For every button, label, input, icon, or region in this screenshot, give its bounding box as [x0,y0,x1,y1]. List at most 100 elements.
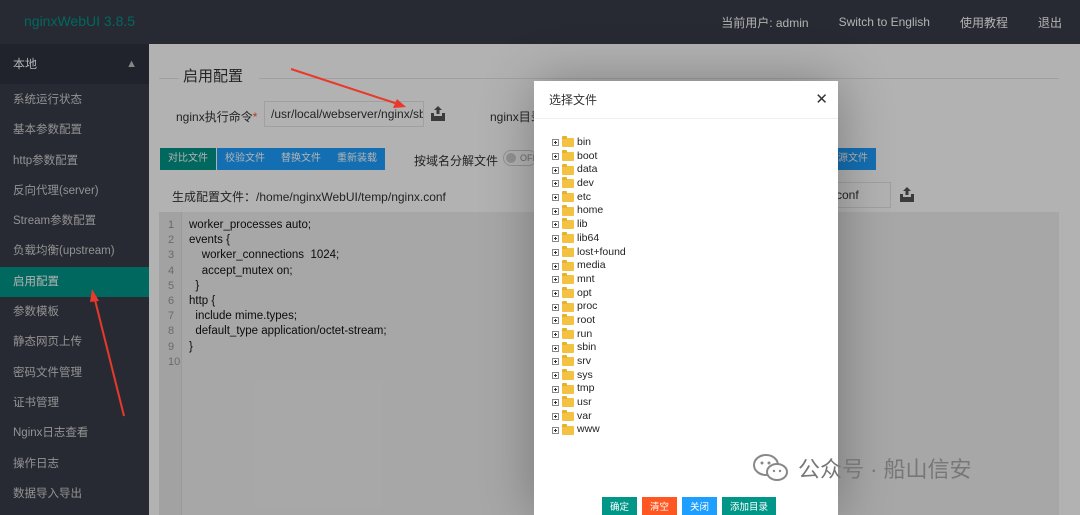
tree-node[interactable]: media [552,259,626,273]
folder-name[interactable]: www [577,423,600,437]
folder-icon [562,341,574,353]
expand-icon[interactable] [552,344,559,352]
expand-icon[interactable] [552,276,559,284]
folder-name[interactable]: root [577,314,595,328]
folder-name[interactable]: sbin [577,341,596,355]
folder-name[interactable]: run [577,328,592,342]
select-file-dialog: 选择文件 ✕ bin boot data dev etc home lib lib64 lost… [534,81,838,515]
expand-icon[interactable] [552,358,559,366]
expand-icon[interactable] [552,317,559,325]
close-button[interactable]: 关闭 [682,497,718,515]
expand-icon[interactable] [552,180,559,188]
expand-icon[interactable] [552,166,559,174]
close-icon[interactable]: ✕ [815,81,828,119]
tree-node[interactable]: lib64 [552,232,626,246]
dialog-title: 选择文件 [549,93,598,107]
expand-icon[interactable] [552,207,559,215]
folder-icon [562,245,574,257]
tree-node[interactable]: data [552,163,626,177]
folder-name[interactable]: etc [577,191,591,205]
folder-icon [562,314,574,326]
folder-icon [562,218,574,230]
folder-name[interactable]: srv [577,355,591,369]
tree-node[interactable]: var [552,410,626,424]
expand-icon[interactable] [552,385,559,393]
folder-icon [562,150,574,162]
folder-name[interactable]: lib [577,218,588,232]
tree-node[interactable]: tmp [552,382,626,396]
folder-icon [562,273,574,285]
folder-name[interactable]: boot [577,150,597,164]
folder-name[interactable]: media [577,259,606,273]
expand-icon[interactable] [552,235,559,243]
folder-icon [562,382,574,394]
folder-icon [562,163,574,175]
clear-button[interactable]: 清空 [642,497,678,515]
folder-icon [562,232,574,244]
tree-node[interactable]: mnt [552,273,626,287]
folder-name[interactable]: sys [577,369,593,383]
folder-icon [562,177,574,189]
expand-icon[interactable] [552,372,559,380]
folder-name[interactable]: tmp [577,382,595,396]
folder-icon [562,355,574,367]
expand-icon[interactable] [552,289,559,297]
folder-tree: bin boot data dev etc home lib lib64 lost+found m… [552,136,626,437]
wechat-icon [753,454,788,481]
folder-icon [562,259,574,271]
expand-icon[interactable] [552,426,559,434]
folder-name[interactable]: data [577,163,597,177]
folder-name[interactable]: lib64 [577,232,599,246]
watermark-text: 公众号 · 船山信安 [798,457,972,482]
folder-icon [562,423,574,435]
folder-name[interactable]: dev [577,177,594,191]
tree-node[interactable]: run [552,328,626,342]
dialog-buttons: 确定 清空 关闭 添加目录 [602,497,777,515]
tree-node[interactable]: home [552,204,626,218]
folder-icon [562,327,574,339]
folder-name[interactable]: var [577,410,592,424]
tree-node[interactable]: lib [552,218,626,232]
tree-node[interactable]: sys [552,369,626,383]
expand-icon[interactable] [552,248,559,256]
expand-icon[interactable] [552,139,559,147]
expand-icon[interactable] [552,399,559,407]
tree-node[interactable]: etc [552,191,626,205]
expand-icon[interactable] [552,221,559,229]
expand-icon[interactable] [552,330,559,338]
tree-node[interactable]: www [552,423,626,437]
tree-node[interactable]: srv [552,355,626,369]
folder-name[interactable]: lost+found [577,246,626,260]
folder-name[interactable]: bin [577,136,591,150]
confirm-button[interactable]: 确定 [602,497,638,515]
tree-node[interactable]: sbin [552,341,626,355]
folder-name[interactable]: proc [577,300,597,314]
tree-node[interactable]: root [552,314,626,328]
expand-icon[interactable] [552,153,559,161]
tree-node[interactable]: opt [552,287,626,301]
watermark: 公众号 · 船山信安 [752,452,972,484]
folder-name[interactable]: mnt [577,273,595,287]
tree-node[interactable]: proc [552,300,626,314]
expand-icon[interactable] [552,303,559,311]
dialog-header: 选择文件 ✕ [534,81,838,119]
folder-icon [562,136,574,148]
tree-node[interactable]: boot [552,150,626,164]
folder-icon [562,286,574,298]
folder-icon [562,369,574,381]
tree-node[interactable]: bin [552,136,626,150]
add-directory-button[interactable]: 添加目录 [722,497,777,515]
folder-icon [562,204,574,216]
tree-node[interactable]: lost+found [552,246,626,260]
tree-node[interactable]: dev [552,177,626,191]
expand-icon[interactable] [552,262,559,270]
folder-icon [562,410,574,422]
tree-node[interactable]: usr [552,396,626,410]
folder-name[interactable]: home [577,204,603,218]
expand-icon[interactable] [552,194,559,202]
folder-name[interactable]: usr [577,396,592,410]
folder-name[interactable]: opt [577,287,592,301]
expand-icon[interactable] [552,413,559,421]
folder-icon [562,191,574,203]
folder-icon [562,396,574,408]
